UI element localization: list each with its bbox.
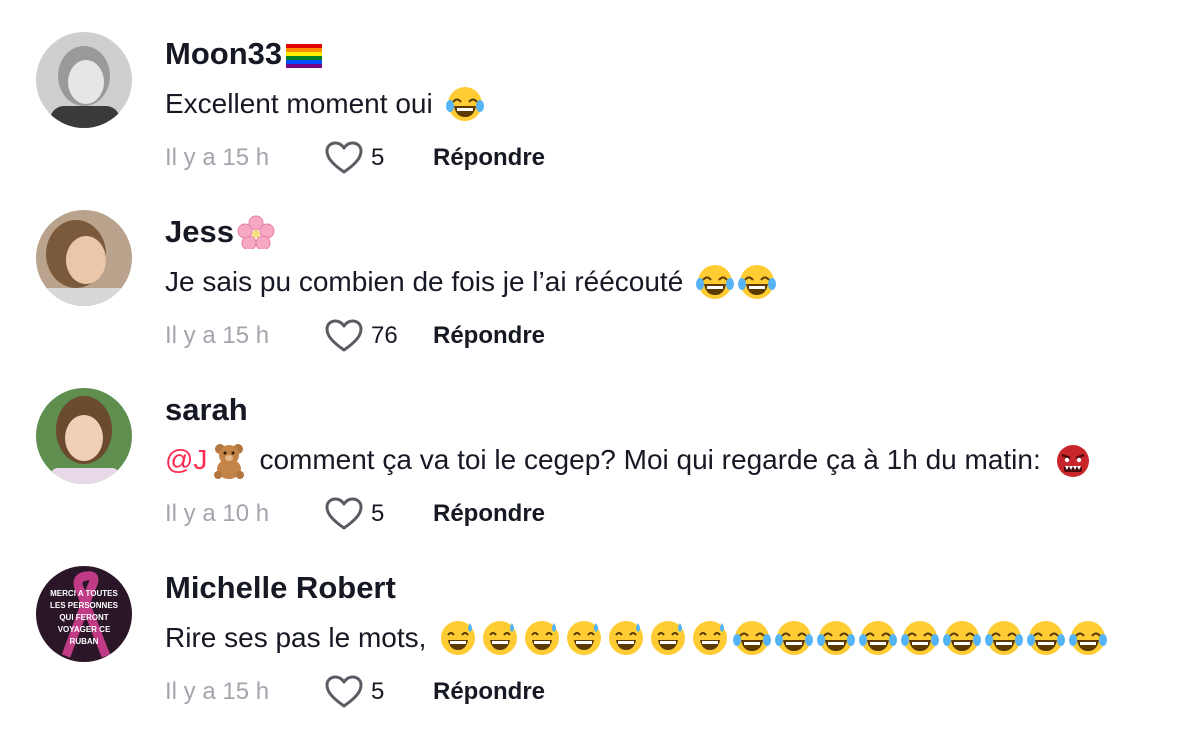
laughing-tears-emoji: [695, 262, 735, 302]
laughing-tears-emoji: [774, 618, 814, 658]
sweat-smile-emoji: [564, 618, 604, 658]
like-button[interactable]: 76: [325, 319, 421, 353]
heart-icon: [325, 675, 363, 708]
reply-button[interactable]: Répondre: [433, 322, 545, 350]
sweat-smile-emoji: [438, 618, 478, 658]
mention-link[interactable]: @J: [165, 440, 207, 480]
comment-meta: Il y a 15 h 5 Répondre: [165, 140, 545, 176]
username[interactable]: Michelle Robert: [165, 570, 396, 606]
laughing-tears-emoji: [1068, 618, 1108, 658]
ogre-emoji: [1053, 440, 1093, 480]
timestamp: Il y a 10 h: [165, 500, 270, 527]
rainbow-flag-emoji: [284, 37, 324, 71]
like-count: 5: [371, 678, 385, 705]
comment-text: @J comment ça va toi le cegep? Moi qui r…: [165, 440, 1093, 480]
laughing-tears-emoji: [732, 618, 772, 658]
reply-button[interactable]: Répondre: [433, 678, 545, 706]
comment-meta: Il y a 15 h 5 Répondre: [165, 674, 545, 710]
timestamp: Il y a 15 h: [165, 144, 270, 171]
heart-icon: [325, 497, 363, 530]
cherry-blossom-emoji: [236, 215, 276, 251]
comment-meta: Il y a 10 h 5 Répondre: [165, 496, 545, 532]
laughing-tears-emoji: [858, 618, 898, 658]
reply-button[interactable]: Répondre: [433, 144, 545, 172]
comment-text: Rire ses pas le mots,: [165, 618, 1108, 658]
like-count: 76: [371, 322, 398, 349]
like-button[interactable]: 5: [325, 141, 421, 175]
comment-item: Moon33 Excellent moment oui Il y a 15 h …: [0, 0, 1200, 178]
avatar[interactable]: MERCI A TOUTES LES PERSONNES QUI FERONT …: [36, 566, 132, 662]
heart-icon: [325, 319, 363, 352]
teddy-bear-emoji: [209, 440, 249, 480]
like-button[interactable]: 5: [325, 497, 421, 531]
comment-item: sarah @J comment ça va toi le cegep? Moi…: [0, 356, 1200, 534]
laughing-tears-emoji: [445, 84, 485, 124]
svg-text:VOYAGER CE: VOYAGER CE: [58, 625, 111, 634]
laughing-tears-emoji: [984, 618, 1024, 658]
like-button[interactable]: 5: [325, 675, 421, 709]
username[interactable]: Jess: [165, 214, 276, 251]
svg-text:LES PERSONNES: LES PERSONNES: [50, 601, 119, 610]
laughing-tears-emoji: [942, 618, 982, 658]
like-count: 5: [371, 500, 385, 527]
sweat-smile-emoji: [606, 618, 646, 658]
like-count: 5: [371, 144, 385, 171]
avatar[interactable]: [36, 210, 132, 306]
comment-item: Jess Je sais pu combien de fois je l’ai …: [0, 178, 1200, 356]
avatar[interactable]: [36, 388, 132, 484]
laughing-tears-emoji: [737, 262, 777, 302]
laughing-tears-emoji: [816, 618, 856, 658]
username[interactable]: sarah: [165, 392, 248, 428]
sweat-smile-emoji: [690, 618, 730, 658]
svg-text:QUI FERONT: QUI FERONT: [59, 613, 108, 622]
sweat-smile-emoji: [648, 618, 688, 658]
heart-icon: [325, 141, 363, 174]
timestamp: Il y a 15 h: [165, 678, 270, 705]
comment-text: Je sais pu combien de fois je l’ai rééco…: [165, 262, 777, 302]
avatar[interactable]: [36, 32, 132, 128]
comment-item: MERCI A TOUTES LES PERSONNES QUI FERONT …: [0, 534, 1200, 712]
sweat-smile-emoji: [522, 618, 562, 658]
sweat-smile-emoji: [480, 618, 520, 658]
svg-text:MERCI A TOUTES: MERCI A TOUTES: [50, 589, 118, 598]
reply-button[interactable]: Répondre: [433, 500, 545, 528]
username[interactable]: Moon33: [165, 36, 324, 72]
timestamp: Il y a 15 h: [165, 322, 270, 349]
comment-meta: Il y a 15 h 76 Répondre: [165, 318, 545, 354]
laughing-tears-emoji: [1026, 618, 1066, 658]
comment-text: Excellent moment oui: [165, 84, 485, 124]
svg-text:RUBAN: RUBAN: [70, 637, 99, 646]
laughing-tears-emoji: [900, 618, 940, 658]
